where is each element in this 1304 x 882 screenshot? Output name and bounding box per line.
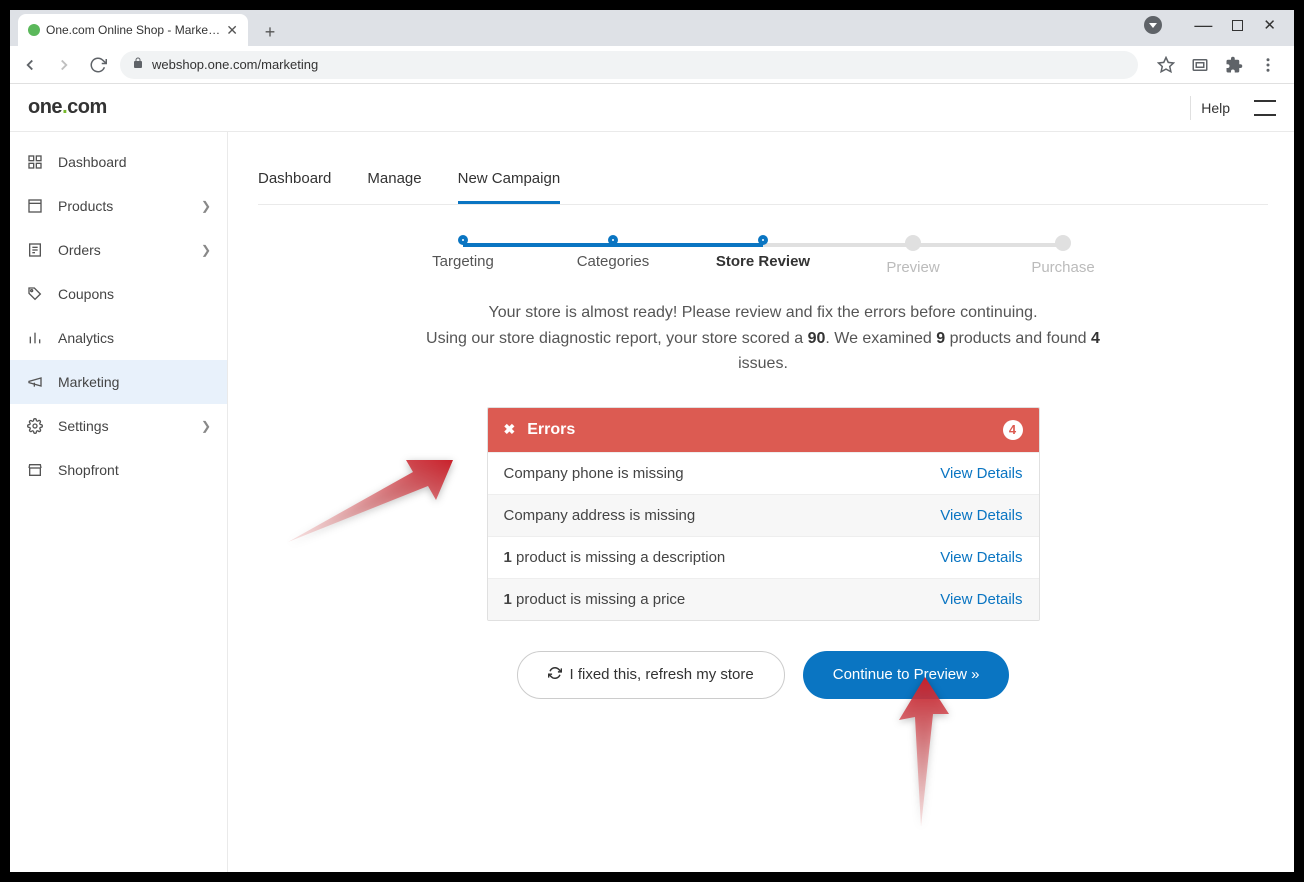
- chevron-right-icon: ❯: [201, 243, 211, 257]
- view-details-link[interactable]: View Details: [940, 507, 1022, 524]
- errors-header[interactable]: ✖ Errors 4: [488, 408, 1039, 452]
- error-row: Company address is missing View Details: [488, 494, 1039, 536]
- logo[interactable]: one.com: [28, 96, 107, 119]
- dashboard-icon: [26, 153, 44, 171]
- shopfront-icon: [26, 461, 44, 479]
- cast-icon[interactable]: [1190, 55, 1210, 75]
- sidebar-item-dashboard[interactable]: Dashboard: [10, 140, 227, 184]
- step-categories[interactable]: Categories: [538, 235, 688, 270]
- tab-new-campaign[interactable]: New Campaign: [458, 162, 561, 204]
- chevron-right-icon: ❯: [201, 419, 211, 433]
- close-window-button[interactable]: ✕: [1263, 16, 1276, 34]
- stepper: Targeting Categories Store Review: [258, 235, 1268, 276]
- intro-text: Your store is almost ready! Please revie…: [403, 300, 1123, 377]
- coupons-icon: [26, 285, 44, 303]
- minimize-button[interactable]: —: [1194, 15, 1212, 36]
- view-details-link[interactable]: View Details: [940, 465, 1022, 482]
- view-details-link[interactable]: View Details: [940, 549, 1022, 566]
- sidebar-item-shopfront[interactable]: Shopfront: [10, 448, 227, 492]
- page-tabs: Dashboard Manage New Campaign: [258, 162, 1268, 205]
- tab-title: One.com Online Shop - Marketin: [46, 23, 220, 37]
- error-row: 1 product is missing a description View …: [488, 536, 1039, 578]
- browser-toolbar: webshop.one.com/marketing: [10, 46, 1294, 84]
- step-store-review[interactable]: Store Review: [688, 235, 838, 270]
- marketing-icon: [26, 373, 44, 391]
- step-targeting[interactable]: Targeting: [388, 235, 538, 270]
- refresh-icon: [548, 666, 562, 684]
- url-text: webshop.one.com/marketing: [152, 57, 318, 72]
- help-link[interactable]: Help: [1190, 96, 1240, 120]
- refresh-button[interactable]: I fixed this, refresh my store: [517, 651, 785, 699]
- lock-icon: [132, 57, 144, 72]
- browser-tab[interactable]: One.com Online Shop - Marketin ✕: [18, 14, 248, 46]
- sidebar-item-orders[interactable]: Orders ❯: [10, 228, 227, 272]
- account-icon[interactable]: [1144, 16, 1162, 34]
- chevron-right-icon: ❯: [201, 199, 211, 213]
- step-preview: Preview: [838, 235, 988, 276]
- back-button[interactable]: [18, 53, 42, 77]
- new-tab-button[interactable]: +: [256, 18, 284, 46]
- menu-icon[interactable]: [1258, 55, 1278, 75]
- sidebar-item-products[interactable]: Products ❯: [10, 184, 227, 228]
- products-icon: [26, 197, 44, 215]
- extensions-icon[interactable]: [1224, 55, 1244, 75]
- errors-panel: ✖ Errors 4 Company phone is missing View…: [487, 407, 1040, 621]
- sidebar-item-marketing[interactable]: Marketing: [10, 360, 227, 404]
- error-row: Company phone is missing View Details: [488, 452, 1039, 494]
- browser-tab-bar: One.com Online Shop - Marketin ✕ + — ✕: [10, 10, 1294, 46]
- forward-button[interactable]: [52, 53, 76, 77]
- tab-manage[interactable]: Manage: [367, 162, 421, 204]
- step-purchase: Purchase: [988, 235, 1138, 276]
- tab-dashboard[interactable]: Dashboard: [258, 162, 331, 204]
- star-icon[interactable]: [1156, 55, 1176, 75]
- view-details-link[interactable]: View Details: [940, 591, 1022, 608]
- action-buttons: I fixed this, refresh my store Continue …: [258, 651, 1268, 699]
- error-count-badge: 4: [1003, 420, 1023, 440]
- close-tab-icon[interactable]: ✕: [226, 22, 238, 39]
- main-content: Dashboard Manage New Campaign Targeting: [228, 132, 1294, 872]
- sidebar-item-settings[interactable]: Settings ❯: [10, 404, 227, 448]
- annotation-arrow: [278, 442, 458, 557]
- app-header: one.com Help: [10, 84, 1294, 132]
- settings-icon: [26, 417, 44, 435]
- maximize-button[interactable]: [1232, 20, 1243, 31]
- address-bar[interactable]: webshop.one.com/marketing: [120, 51, 1138, 79]
- orders-icon: [26, 241, 44, 259]
- sidebar: Dashboard Products ❯ Orders ❯: [10, 132, 228, 872]
- sidebar-item-analytics[interactable]: Analytics: [10, 316, 227, 360]
- window-controls: — ✕: [1126, 10, 1294, 40]
- error-row: 1 product is missing a price View Detail…: [488, 578, 1039, 620]
- annotation-arrow: [873, 672, 973, 837]
- error-x-icon: ✖: [504, 421, 516, 438]
- favicon-icon: [28, 24, 40, 36]
- hamburger-icon[interactable]: [1254, 100, 1276, 116]
- reload-button[interactable]: [86, 53, 110, 77]
- analytics-icon: [26, 329, 44, 347]
- sidebar-item-coupons[interactable]: Coupons: [10, 272, 227, 316]
